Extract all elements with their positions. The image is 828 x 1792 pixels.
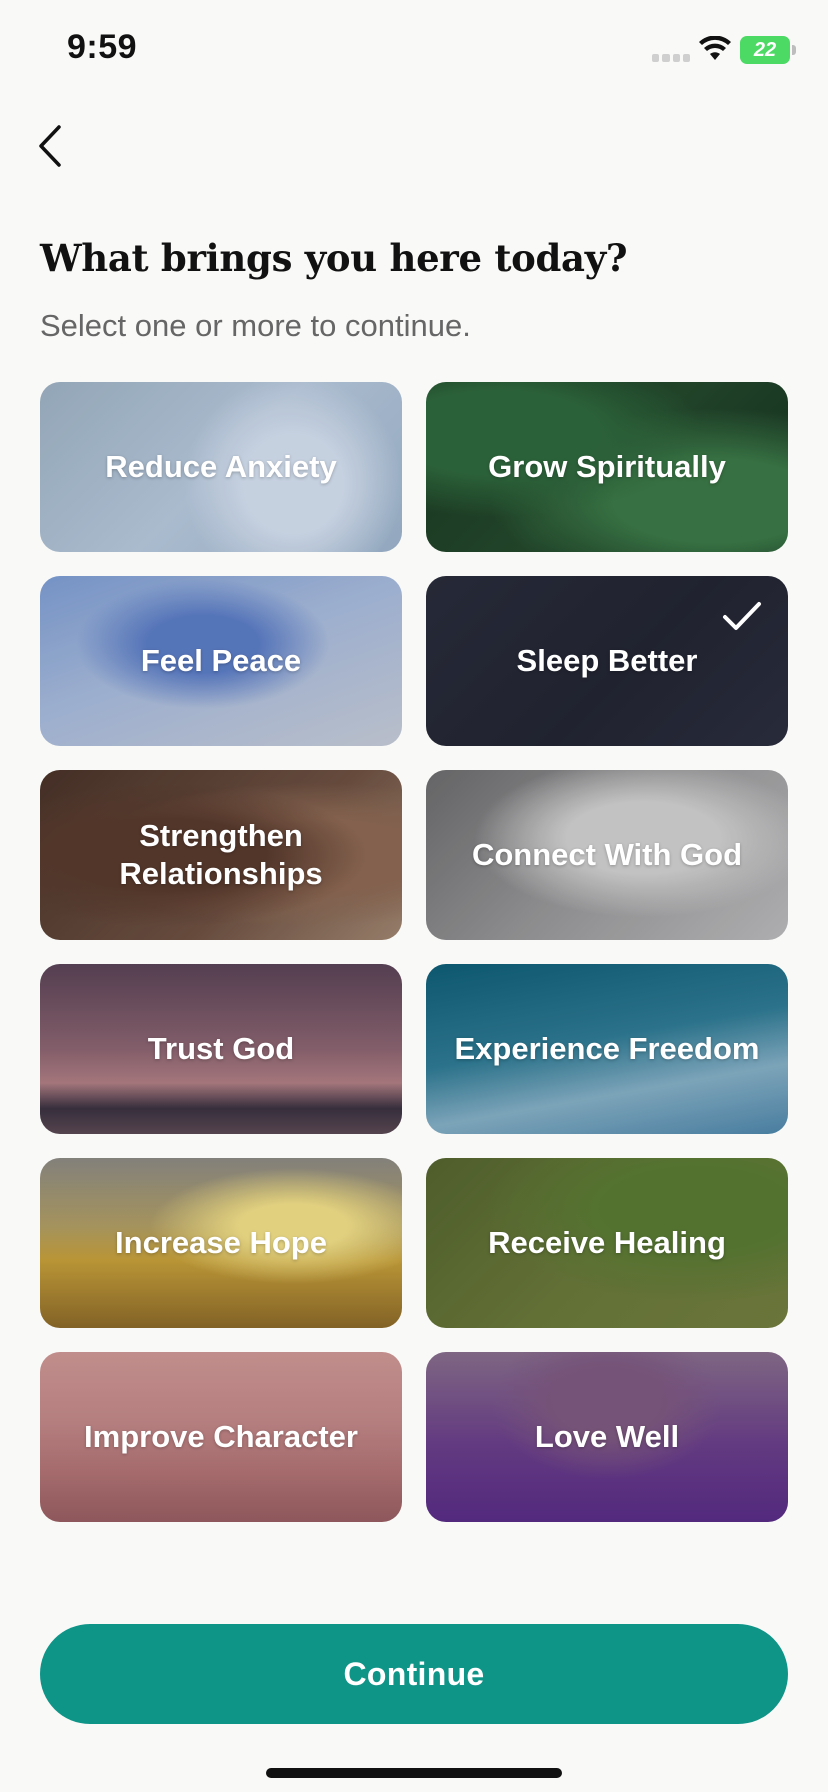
option-card-strengthen-relationships[interactable]: Strengthen Relationships [40,770,402,940]
option-card-receive-healing[interactable]: Receive Healing [426,1158,788,1328]
option-label: Increase Hope [115,1225,327,1260]
option-label: Connect With God [471,837,743,872]
option-card-sleep-better[interactable]: Sleep Better [426,576,788,746]
option-label: Grow Spiritually [488,449,726,484]
continue-label: Continue [343,1655,485,1692]
option-label: Strengthen Relationships [119,818,323,891]
checkmark-icon [723,602,761,630]
option-card-love-well[interactable]: Love Well [426,1352,788,1522]
cellular-signal-icon [652,54,690,62]
continue-button[interactable]: Continue [40,1624,788,1724]
option-label: Improve Character [84,1419,358,1454]
option-label: Feel Peace [140,643,302,678]
option-card-reduce-anxiety[interactable]: Reduce Anxiety [40,382,402,552]
page-subtitle: Select one or more to continue. [40,308,471,343]
option-card-connect-with-god[interactable]: Connect With God [426,770,788,940]
options-grid: Reduce Anxiety Grow Spiritually Feel Pea… [40,382,788,1522]
option-card-feel-peace[interactable]: Feel Peace [40,576,402,746]
chevron-left-icon [39,125,61,167]
option-card-trust-god[interactable]: Trust God [40,964,402,1134]
option-label: Love Well [534,1419,680,1454]
option-card-grow-spiritually[interactable]: Grow Spiritually [426,382,788,552]
back-button[interactable] [30,120,70,172]
option-card-increase-hope[interactable]: Increase Hope [40,1158,402,1328]
option-label: Reduce Anxiety [105,449,337,484]
wifi-icon [699,36,731,60]
page-title: What brings you here today? [40,236,628,280]
battery-icon: 22 [740,36,796,64]
option-card-improve-character[interactable]: Improve Character [40,1352,402,1522]
option-label: Receive Healing [488,1225,726,1260]
battery-level: 22 [753,38,777,61]
option-label: Sleep Better [516,643,698,678]
home-indicator [266,1768,562,1778]
status-time: 9:59 [67,28,138,66]
option-label: Experience Freedom [454,1031,760,1066]
option-card-experience-freedom[interactable]: Experience Freedom [426,964,788,1134]
option-label: Trust God [147,1031,295,1066]
status-bar: 9:59 22 [0,0,828,100]
